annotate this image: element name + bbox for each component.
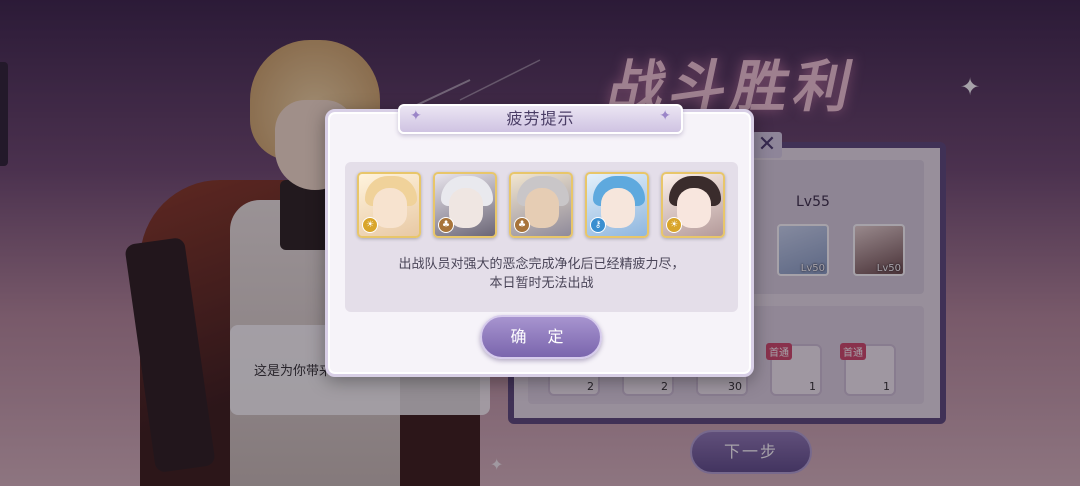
message-line-1: 出战队员对强大的恶念完成净化后已经精疲力尽， [398, 257, 685, 272]
sun-badge-icon: ☀ [666, 217, 682, 233]
member-card-bearded-man: ♣ [509, 172, 573, 238]
dialog-title-bar: ✦ 疲劳提示 ✦ [398, 104, 683, 134]
key-badge-icon: ⚷ [590, 217, 606, 233]
confirm-button[interactable]: 确 定 [480, 315, 602, 359]
sun-badge-icon: ☀ [362, 217, 378, 233]
sparkle-icon: ✦ [659, 108, 671, 124]
fatigue-dialog: ✦ 疲劳提示 ✦ ☀ ♣ ♣ ⚷ ☀ 出战队员对强大的恶念完成净化后已经精疲力尽… [325, 104, 754, 377]
member-card-dark-hair-girl: ☀ [661, 172, 725, 238]
member-card-blonde-boy: ☀ [357, 172, 421, 238]
message-line-2: 本日暂时无法出战 [489, 276, 594, 291]
dialog-body: ☀ ♣ ♣ ⚷ ☀ 出战队员对强大的恶念完成净化后已经精疲力尽， 本日暂时无法出… [345, 162, 738, 312]
dialog-title: 疲劳提示 [506, 109, 575, 128]
leaf-badge-icon: ♣ [514, 217, 530, 233]
sparkle-icon: ✦ [410, 108, 422, 124]
member-card-blue-hair: ⚷ [585, 172, 649, 238]
leaf-badge-icon: ♣ [438, 217, 454, 233]
fatigue-message: 出战队员对强大的恶念完成净化后已经精疲力尽， 本日暂时无法出战 [345, 255, 738, 293]
member-card-white-hair: ♣ [433, 172, 497, 238]
